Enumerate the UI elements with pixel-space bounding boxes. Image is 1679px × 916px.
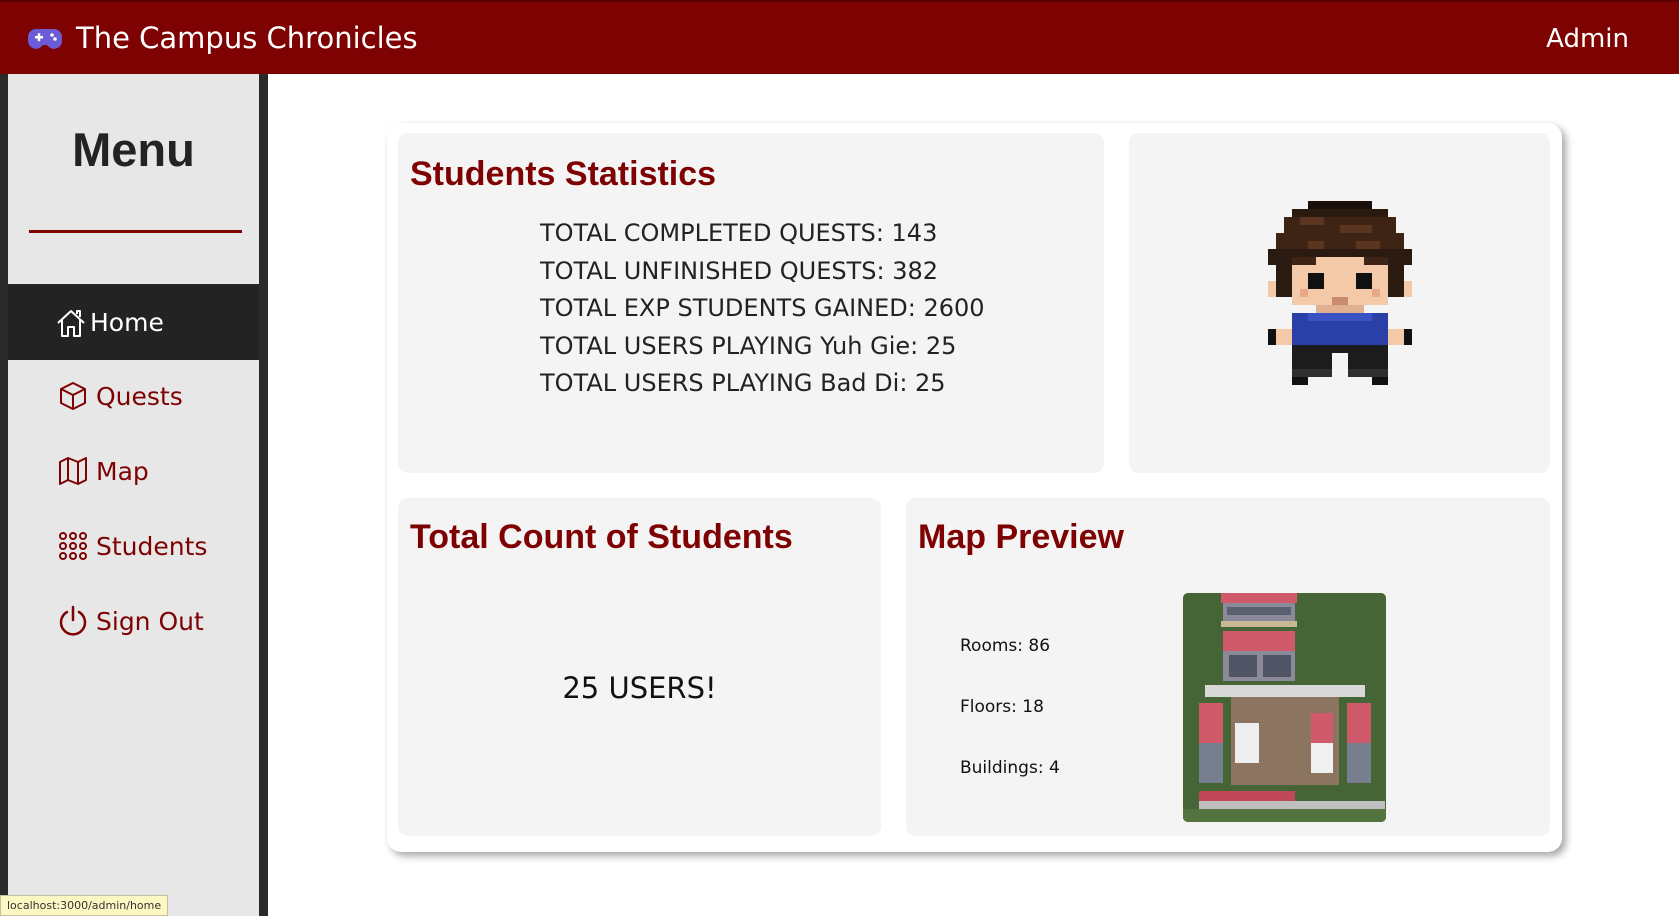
menu-header: Menu [8, 74, 259, 284]
cube-icon [56, 379, 90, 413]
sidebar-item-label: Sign Out [96, 606, 204, 636]
map-buildings-count: Buildings: 4 [960, 758, 1060, 778]
map-preview-card: Map Preview Rooms: 86 Floors: 18 Buildin… [906, 498, 1550, 836]
menu-title: Menu [72, 123, 195, 176]
stat-exp-gained: TOTAL EXP STUDENTS GAINED: 2600 [540, 294, 985, 322]
grid-dots-icon [56, 529, 90, 563]
sidebar-item-label: Students [96, 531, 208, 561]
stats-list: TOTAL COMPLETED QUESTS: 143 TOTAL UNFINI… [540, 215, 985, 403]
stat-users-yuh-gie: TOTAL USERS PLAYING Yuh Gie: 25 [540, 331, 957, 360]
sidebar-item-home[interactable]: Home [8, 285, 259, 360]
total-users-value: 25 USERS! [562, 671, 717, 705]
map-floors-count: Floors: 18 [960, 697, 1044, 717]
stat-unfinished-quests: TOTAL UNFINISHED QUESTS: 382 [540, 256, 939, 285]
students-statistics-card: Students Statistics TOTAL COMPLETED QUES… [398, 133, 1104, 473]
sidebar-item-label: Map [96, 456, 149, 486]
total-count-card: Total Count of Students 25 USERS! [398, 498, 881, 836]
stat-users-bad-di: TOTAL USERS PLAYING Bad Di: 25 [540, 369, 946, 397]
gamepad-icon [28, 26, 62, 52]
character-avatar-card [1129, 133, 1550, 473]
power-icon [56, 604, 90, 638]
app-title: The Campus Chronicles [76, 21, 418, 55]
admin-user-label[interactable]: Admin [1546, 22, 1629, 56]
top-bar: The Campus Chronicles Admin [0, 0, 1679, 74]
menu-divider [29, 230, 242, 233]
sidebar-item-label: Quests [96, 381, 183, 411]
map-icon [56, 454, 90, 488]
students-statistics-title: Students Statistics [410, 155, 717, 193]
home-icon [54, 306, 88, 340]
sidebar-item-sign-out[interactable]: Sign Out [8, 591, 259, 651]
total-count-title: Total Count of Students [410, 518, 793, 556]
stat-completed-quests: TOTAL COMPLETED QUESTS: 143 [540, 219, 938, 247]
browser-status-url: localhost:3000/admin/home [0, 895, 169, 916]
pixel-character-image [1268, 201, 1412, 385]
map-preview-title: Map Preview [918, 518, 1124, 556]
sidebar-item-quests[interactable]: Quests [8, 366, 259, 426]
sidebar-item-label: Home [90, 308, 164, 337]
sidebar-item-map[interactable]: Map [8, 441, 259, 501]
map-preview-image[interactable] [1183, 593, 1386, 822]
sidebar-item-students[interactable]: Students [8, 516, 259, 576]
map-rooms-count: Rooms: 86 [960, 636, 1051, 656]
